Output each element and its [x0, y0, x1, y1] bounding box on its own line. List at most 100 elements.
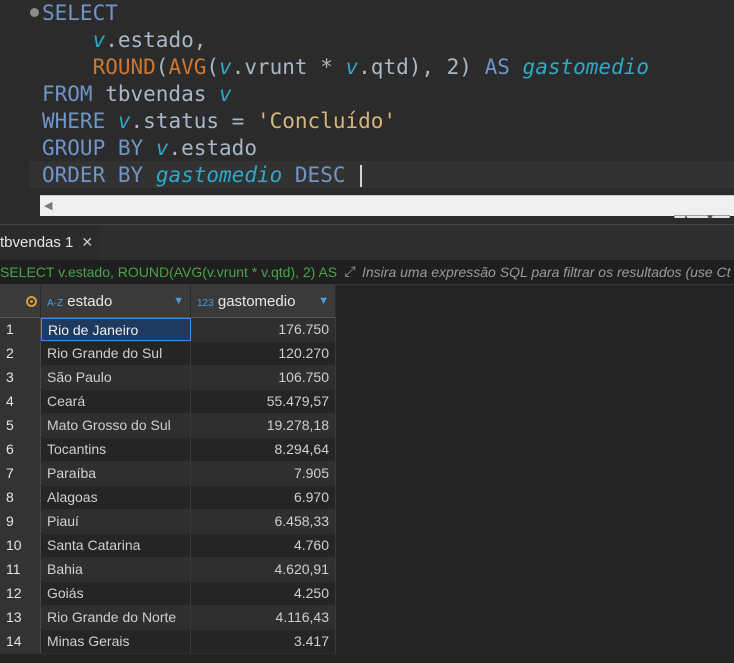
query-preview: SELECT v.estado, ROUND(AVG(v.vrunt * v.q…: [0, 264, 338, 280]
row-number[interactable]: 5: [0, 414, 41, 437]
splitter-up-icon[interactable]: ▲: [681, 213, 691, 218]
cell-estado[interactable]: Piauí: [41, 510, 191, 533]
code-line[interactable]: WHERE v.status = 'Concluído': [42, 108, 396, 135]
scroll-left-arrow-icon[interactable]: ◀: [44, 199, 52, 212]
filter-input[interactable]: Insira uma expressão SQL para filtrar os…: [362, 260, 731, 284]
code-token: tbvendas: [92, 82, 220, 106]
table-row[interactable]: 8 Alagoas 6.970: [0, 486, 336, 510]
row-number[interactable]: 12: [0, 582, 41, 605]
cell-estado[interactable]: Rio de Janeiro: [41, 318, 191, 341]
code-token: ROUND: [92, 55, 156, 79]
table-row[interactable]: 3 São Paulo 106.750: [0, 366, 336, 390]
cell-gastomedio[interactable]: 19.278,18: [191, 414, 336, 437]
cell-gastomedio[interactable]: 55.479,57: [191, 390, 336, 413]
cell-estado[interactable]: Rio Grande do Norte: [41, 606, 191, 629]
cell-gastomedio[interactable]: 7.905: [191, 462, 336, 485]
expand-filter-icon[interactable]: ⤢: [342, 263, 358, 279]
row-number[interactable]: 13: [0, 606, 41, 629]
record-mode-icon[interactable]: [26, 296, 37, 307]
row-number[interactable]: 1: [0, 318, 41, 341]
panel-splitter[interactable]: ▲ ▼: [674, 213, 730, 218]
row-number[interactable]: 4: [0, 390, 41, 413]
cell-gastomedio[interactable]: 4.620,91: [191, 558, 336, 581]
table-row[interactable]: 13 Rio Grande do Norte 4.116,43: [0, 606, 336, 630]
code-line[interactable]: FROM tbvendas v: [42, 81, 232, 108]
cell-gastomedio[interactable]: 106.750: [191, 366, 336, 389]
editor-horizontal-scrollbar[interactable]: ◀: [40, 195, 734, 216]
code-token: v: [92, 28, 106, 52]
cell-gastomedio[interactable]: 6.458,33: [191, 510, 336, 533]
cell-estado[interactable]: Mato Grosso do Sul: [41, 414, 191, 437]
cell-gastomedio[interactable]: 4.760: [191, 534, 336, 557]
code-token: v: [345, 55, 359, 79]
cell-gastomedio[interactable]: 4.116,43: [191, 606, 336, 629]
table-row[interactable]: 9 Piauí 6.458,33: [0, 510, 336, 534]
row-number[interactable]: 14: [0, 630, 41, 653]
column-label: gastomedio: [217, 293, 296, 310]
cell-estado[interactable]: Goiás: [41, 582, 191, 605]
code-line[interactable]: ROUND(AVG(v.vrunt * v.qtd), 2) AS gastom…: [42, 54, 649, 81]
row-number[interactable]: 11: [0, 558, 41, 581]
cell-estado[interactable]: Ceará: [41, 390, 191, 413]
cell-estado[interactable]: Rio Grande do Sul: [41, 342, 191, 365]
code-token: DESC: [294, 163, 346, 187]
row-number[interactable]: 3: [0, 366, 41, 389]
cell-gastomedio[interactable]: 8.294,64: [191, 438, 336, 461]
code-token: GROUP BY: [42, 136, 144, 160]
cell-estado[interactable]: Santa Catarina: [41, 534, 191, 557]
code-token: .vrunt *: [231, 55, 346, 79]
code-line[interactable]: GROUP BY v.estado: [42, 135, 257, 162]
cell-gastomedio[interactable]: 176.750: [191, 318, 336, 341]
column-header-gastomedio[interactable]: 123 gastomedio ▼: [191, 285, 336, 318]
row-number[interactable]: 2: [0, 342, 41, 365]
cell-gastomedio[interactable]: 120.270: [191, 342, 336, 365]
row-number[interactable]: 8: [0, 486, 41, 509]
cell-gastomedio[interactable]: 6.970: [191, 486, 336, 509]
table-row[interactable]: 14 Minas Gerais 3.417: [0, 630, 336, 654]
row-number[interactable]: 7: [0, 462, 41, 485]
table-row[interactable]: 7 Paraíba 7.905: [0, 462, 336, 486]
text-type-icon: A-Z: [47, 298, 64, 309]
cell-estado[interactable]: Tocantins: [41, 438, 191, 461]
cell-estado[interactable]: Minas Gerais: [41, 630, 191, 653]
sort-arrow-icon[interactable]: ▼: [318, 285, 329, 318]
tab-tbvendas-1[interactable]: tbvendas 1 ✕: [0, 225, 100, 260]
code-token: v: [219, 55, 232, 79]
cell-estado[interactable]: Alagoas: [41, 486, 191, 509]
results-tab-bar: tbvendas 1 ✕: [0, 224, 734, 260]
column-header-estado[interactable]: A-Z estado ▼: [41, 285, 191, 318]
splitter-down-icon[interactable]: ▼: [705, 213, 715, 218]
code-line[interactable]: v.estado,: [42, 27, 207, 54]
column-label: estado: [67, 293, 113, 310]
table-row[interactable]: 6 Tocantins 8.294,64: [0, 438, 336, 462]
fold-marker-icon[interactable]: [30, 8, 39, 17]
table-row[interactable]: 1 Rio de Janeiro 176.750: [0, 318, 336, 342]
close-icon[interactable]: ✕: [81, 234, 93, 250]
row-number[interactable]: 9: [0, 510, 41, 533]
table-row[interactable]: 2 Rio Grande do Sul 120.270: [0, 342, 336, 366]
cell-estado[interactable]: São Paulo: [41, 366, 191, 389]
code-token: v: [117, 109, 131, 133]
table-row[interactable]: 12 Goiás 4.250: [0, 582, 336, 606]
cell-gastomedio[interactable]: 4.250: [191, 582, 336, 605]
cell-estado[interactable]: Paraíba: [41, 462, 191, 485]
cell-gastomedio[interactable]: 3.417: [191, 630, 336, 653]
sql-editor[interactable]: SELECT v.estado, ROUND(AVG(v.vrunt * v.q…: [0, 0, 734, 218]
cell-estado[interactable]: Bahia: [41, 558, 191, 581]
code-line[interactable]: ORDER BY gastomedio DESC: [42, 162, 363, 189]
code-token: .estado,: [105, 28, 207, 52]
row-number-header[interactable]: [0, 285, 41, 318]
sort-arrow-icon[interactable]: ▼: [173, 285, 184, 318]
numeric-type-icon: 123: [197, 298, 214, 309]
table-row[interactable]: 10 Santa Catarina 4.760: [0, 534, 336, 558]
table-row[interactable]: 5 Mato Grosso do Sul 19.278,18: [0, 414, 336, 438]
row-number[interactable]: 6: [0, 438, 41, 461]
row-number[interactable]: 10: [0, 534, 41, 557]
table-row[interactable]: 4 Ceará 55.479,57: [0, 390, 336, 414]
table-row[interactable]: 11 Bahia 4.620,91: [0, 558, 336, 582]
code-line[interactable]: SELECT: [42, 0, 118, 27]
